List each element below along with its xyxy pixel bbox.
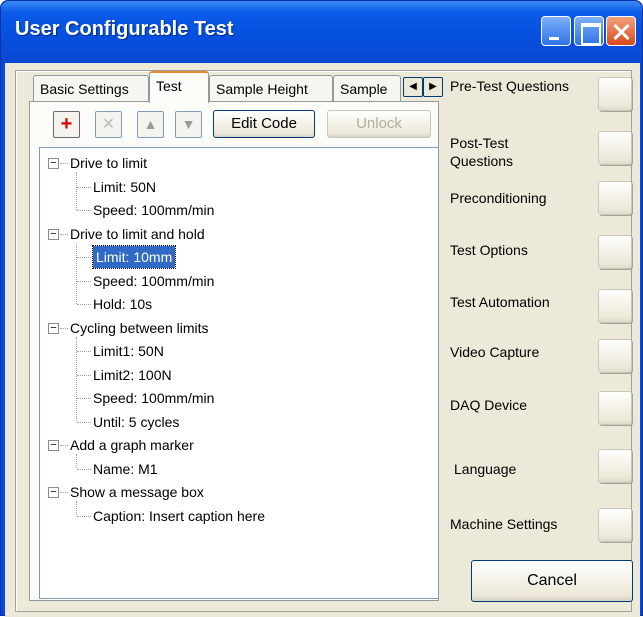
- tree-node[interactable]: Show a message box: [70, 481, 204, 503]
- test-automation-label: Test Automation: [450, 294, 550, 310]
- maximize-icon: [575, 17, 603, 45]
- tree-connector: [77, 374, 91, 376]
- pre-test-questions-label: Pre-Test Questions: [450, 78, 570, 94]
- tree-connector: [77, 515, 91, 517]
- machine-settings-label: Machine Settings: [450, 516, 558, 532]
- post-test-questions-label: Post-Test Questions: [450, 135, 514, 169]
- tree-connector: [76, 336, 77, 421]
- test-options-button[interactable]: [598, 235, 632, 269]
- arrow-up-icon: ▲: [143, 116, 158, 132]
- collapse-icon[interactable]: −: [48, 440, 59, 451]
- tree-leaf[interactable]: Limit: 10mm: [91, 245, 177, 269]
- dialog-client-area: Basic Settings Test Sample Height Sample…: [5, 63, 640, 617]
- tree-connector: [60, 233, 68, 235]
- arrow-down-icon: ▼: [181, 116, 196, 132]
- tree-leaf[interactable]: Speed: 100mm/min: [93, 270, 214, 292]
- tree-leaf[interactable]: Until: 5 cycles: [93, 411, 179, 433]
- tree-connector: [77, 186, 91, 188]
- delete-step-button[interactable]: ×: [95, 111, 122, 138]
- daq-device-label: DAQ Device: [450, 397, 528, 413]
- tab-scroll-left-button[interactable]: ◀: [403, 77, 423, 97]
- tree-connector: [76, 242, 77, 304]
- preconditioning-button[interactable]: [598, 181, 632, 215]
- tree-connector: [76, 501, 77, 515]
- minimize-icon: [542, 17, 570, 45]
- tree-leaf[interactable]: Hold: 10s: [93, 293, 152, 315]
- tab-sample-height[interactable]: Sample Height: [209, 75, 333, 101]
- tree-connector: [77, 210, 91, 211]
- delete-icon: ×: [102, 113, 115, 135]
- tree-connector: [60, 492, 68, 493]
- unlock-button[interactable]: Unlock: [327, 110, 431, 138]
- tree-connector: [77, 304, 91, 305]
- collapse-icon[interactable]: −: [48, 228, 59, 240]
- move-down-button[interactable]: ▼: [175, 111, 202, 138]
- tree-leaf[interactable]: Speed: 100mm/min: [93, 199, 214, 221]
- language-button[interactable]: [598, 449, 632, 483]
- collapse-icon[interactable]: −: [48, 487, 59, 498]
- edit-code-button[interactable]: Edit Code: [213, 110, 315, 138]
- tree-node[interactable]: Drive to limit: [70, 152, 147, 174]
- tree-leaf[interactable]: Name: M1: [93, 458, 158, 480]
- video-capture-button[interactable]: [598, 339, 632, 373]
- window-title: User Configurable Test: [15, 18, 234, 40]
- post-test-questions-button[interactable]: [598, 131, 632, 165]
- tree-connector: [77, 468, 91, 470]
- tree-node[interactable]: Drive to limit and hold: [70, 223, 205, 245]
- daq-device-button[interactable]: [598, 391, 632, 425]
- tree-connector: [60, 327, 68, 329]
- video-capture-label: Video Capture: [450, 344, 540, 360]
- test-options-label: Test Options: [450, 242, 528, 258]
- move-up-button[interactable]: ▲: [137, 111, 164, 138]
- title-bar[interactable]: User Configurable Test: [1, 1, 642, 63]
- arrow-right-icon: ▶: [429, 81, 437, 92]
- add-step-button[interactable]: +: [53, 111, 80, 138]
- tab-scroll-right-button[interactable]: ▶: [423, 77, 443, 97]
- cancel-button[interactable]: Cancel: [471, 560, 633, 602]
- tab-test[interactable]: Test: [149, 71, 209, 103]
- tree-connector: [77, 421, 91, 423]
- tab-basic-settings[interactable]: Basic Settings: [33, 75, 149, 101]
- close-button[interactable]: [606, 16, 636, 46]
- tree-leaf[interactable]: Caption: Insert caption here: [93, 505, 265, 527]
- tree-connector: [76, 172, 77, 210]
- collapse-icon[interactable]: −: [48, 322, 59, 334]
- tree-node[interactable]: Cycling between limits: [70, 317, 209, 339]
- tree-leaf[interactable]: Speed: 100mm/min: [93, 387, 214, 409]
- plus-icon: +: [60, 113, 73, 135]
- test-steps-tree[interactable]: − Drive to limit Limit: 50N Speed: 100mm/mi…: [39, 147, 439, 599]
- pre-test-questions-button[interactable]: [598, 77, 632, 111]
- tree-connector: [77, 280, 91, 282]
- tree-leaf[interactable]: Limit1: 50N: [93, 340, 164, 362]
- tree-connector: [60, 445, 68, 446]
- tree-connector: [77, 351, 91, 352]
- tree-node[interactable]: Add a graph marker: [70, 434, 194, 456]
- arrow-left-icon: ◀: [409, 81, 417, 92]
- maximize-button[interactable]: [574, 16, 604, 46]
- preconditioning-label: Preconditioning: [450, 190, 547, 206]
- tree-connector: [76, 454, 77, 468]
- tab-sample[interactable]: Sample: [333, 75, 401, 101]
- collapse-icon[interactable]: −: [48, 158, 59, 169]
- tree-connector: [60, 163, 68, 164]
- language-label: Language: [454, 461, 517, 477]
- dialog-window: User Configurable Test Basic Settings Te…: [0, 0, 643, 617]
- tree-leaf[interactable]: Limit: 50N: [93, 176, 156, 198]
- tree-connector: [77, 398, 91, 399]
- tree-leaf[interactable]: Limit2: 100N: [93, 364, 172, 386]
- minimize-button[interactable]: [541, 16, 571, 46]
- tree-connector: [77, 257, 91, 258]
- test-automation-button[interactable]: [598, 289, 632, 323]
- close-icon: [607, 17, 635, 45]
- machine-settings-button[interactable]: [598, 508, 632, 542]
